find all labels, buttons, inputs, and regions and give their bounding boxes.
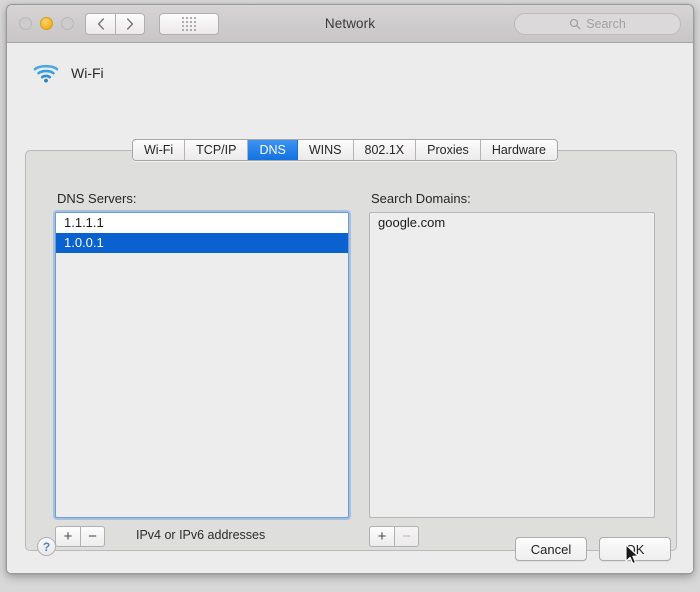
search-domains-label: Search Domains: bbox=[371, 191, 471, 206]
search-placeholder: Search bbox=[586, 17, 626, 31]
tab-bar: Wi-Fi TCP/IP DNS WINS 802.1X Proxies Har… bbox=[132, 139, 558, 161]
dns-servers-list[interactable]: 1.1.1.1 1.0.0.1 bbox=[55, 212, 349, 518]
search-domains-list[interactable]: google.com bbox=[369, 212, 655, 518]
service-name: Wi-Fi bbox=[71, 65, 104, 81]
tab-wifi[interactable]: Wi-Fi bbox=[133, 140, 186, 160]
help-button[interactable]: ? bbox=[37, 537, 56, 556]
tab-proxies[interactable]: Proxies bbox=[416, 140, 481, 160]
cancel-button[interactable]: Cancel bbox=[515, 537, 587, 561]
add-dns-server-button[interactable]: + bbox=[55, 526, 80, 547]
list-item[interactable]: google.com bbox=[370, 213, 654, 233]
tab-8021x[interactable]: 802.1X bbox=[353, 140, 417, 160]
search-input[interactable]: Search bbox=[514, 13, 681, 35]
tab-wins[interactable]: WINS bbox=[297, 140, 354, 160]
dns-servers-hint: IPv4 or IPv6 addresses bbox=[136, 528, 266, 542]
dns-tab-panel: DNS Servers: 1.1.1.1 1.0.0.1 + − IPv4 or… bbox=[25, 150, 677, 551]
dns-servers-stepper: + − bbox=[55, 526, 105, 547]
tab-hardware[interactable]: Hardware bbox=[480, 140, 557, 160]
tab-tcpip[interactable]: TCP/IP bbox=[185, 140, 249, 160]
remove-dns-server-button[interactable]: − bbox=[80, 526, 105, 547]
window-content: Wi-Fi Wi-Fi TCP/IP DNS WINS 802.1X Proxi… bbox=[7, 43, 693, 573]
network-preferences-window: Network Search Wi-Fi Wi-Fi TCP/IP DNS WI… bbox=[6, 4, 694, 574]
remove-search-domain-button: − bbox=[394, 526, 419, 547]
add-search-domain-button[interactable]: + bbox=[369, 526, 394, 547]
list-item[interactable]: 1.1.1.1 bbox=[56, 213, 348, 233]
dns-servers-label: DNS Servers: bbox=[57, 191, 137, 206]
ok-button[interactable]: OK bbox=[599, 537, 671, 561]
wifi-icon bbox=[33, 64, 59, 83]
dialog-buttons: Cancel OK bbox=[515, 537, 671, 561]
window-titlebar: Network Search bbox=[7, 5, 693, 43]
search-domains-stepper: + − bbox=[369, 526, 419, 547]
search-icon bbox=[570, 18, 581, 30]
service-header: Wi-Fi bbox=[33, 63, 104, 83]
tab-dns[interactable]: DNS bbox=[248, 140, 298, 160]
list-item[interactable]: 1.0.0.1 bbox=[56, 233, 348, 253]
